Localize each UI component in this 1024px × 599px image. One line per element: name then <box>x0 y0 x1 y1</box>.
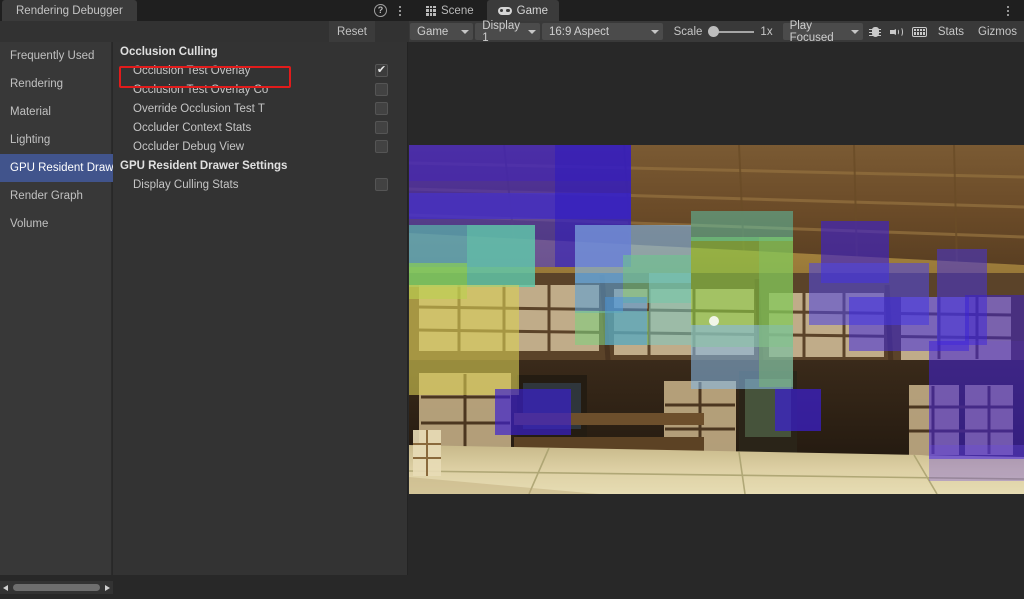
sidebar-item-label: Render Graph <box>10 190 83 202</box>
occluder-debug-view-checkbox[interactable]: ✔ <box>375 140 388 153</box>
game-view-viewport[interactable] <box>409 42 1024 599</box>
play-mode-dropdown[interactable]: Play Focused <box>782 20 863 44</box>
stats-button-label: Stats <box>937 25 965 38</box>
sidebar-item-render-graph[interactable]: Render Graph <box>0 182 111 210</box>
scale-value: 1x <box>760 25 773 38</box>
setting-label: Occluder Context Stats <box>133 121 252 134</box>
debugger-settings-panel: Occlusion Culling Occlusion Test Overlay… <box>113 42 408 575</box>
sidebar-item-label: GPU Resident Drawer <box>10 162 119 174</box>
group-header-occlusion-culling: Occlusion Culling <box>113 42 407 61</box>
gamepad-icon <box>498 6 512 15</box>
scale-label: Scale <box>673 25 703 38</box>
tab-scene-label: Scene <box>441 4 474 17</box>
target-display-mode-dropdown[interactable]: Game <box>410 23 474 40</box>
occlusion-test-overlay-checkbox[interactable]: ✔ <box>375 64 388 77</box>
tab-rendering-debugger-label: Rendering Debugger <box>16 4 123 17</box>
tab-scene[interactable]: Scene <box>415 0 485 21</box>
sidebar-horizontal-scrollbar[interactable] <box>0 581 113 594</box>
setting-row-occlusion-test-overlay-count[interactable]: Occlusion Test Overlay Co ✔ <box>113 80 407 99</box>
game-view-kebab-menu-icon[interactable] <box>1002 4 1014 18</box>
sidebar-item-material[interactable]: Material <box>0 98 111 126</box>
rendered-scene-image <box>409 145 1024 494</box>
display-value: Display 1 <box>482 19 520 44</box>
setting-label: Display Culling Stats <box>133 178 239 191</box>
keyboard-input-button[interactable] <box>909 21 931 42</box>
occluder-context-stats-checkbox[interactable]: ✔ <box>375 121 388 134</box>
chevron-down-icon <box>527 29 536 34</box>
scale-slider-knob[interactable] <box>708 26 720 37</box>
chevron-down-icon <box>461 29 470 34</box>
mute-audio-button[interactable] <box>886 21 908 42</box>
tab-game[interactable]: Game <box>487 0 559 21</box>
chevron-down-icon <box>650 29 659 34</box>
aspect-ratio-value: 16:9 Aspect <box>548 25 610 38</box>
reset-button[interactable]: Reset <box>328 21 375 42</box>
group-header-label: Occlusion Culling <box>120 45 218 58</box>
setting-label: Occlusion Test Overlay Co <box>133 83 269 96</box>
scene-render <box>409 145 1024 494</box>
stats-button[interactable]: Stats <box>931 21 971 42</box>
setting-row-occluder-debug-view[interactable]: Occluder Debug View ✔ <box>113 137 407 156</box>
sidebar-item-label: Volume <box>10 218 49 230</box>
scale-control[interactable]: Scale 1x <box>664 26 782 38</box>
sidebar-item-volume[interactable]: Volume <box>0 210 111 238</box>
window-tab-strip: Rendering Debugger ? Scene Game <box>0 0 1024 21</box>
scroll-right-arrow-icon[interactable] <box>102 581 113 594</box>
reset-button-label: Reset <box>336 25 367 38</box>
debugger-sidebar: Frequently Used Rendering Material Light… <box>0 42 119 575</box>
target-display-mode-value: Game <box>417 25 449 38</box>
unity-editor-window: Rendering Debugger ? Scene Game Reset Ga… <box>0 0 1024 599</box>
check-icon: ✔ <box>376 64 387 76</box>
display-culling-stats-checkbox[interactable]: ✔ <box>375 178 388 191</box>
scale-slider-track <box>713 30 755 33</box>
sidebar-item-label: Frequently Used <box>10 50 95 62</box>
speaker-icon <box>890 26 904 37</box>
gizmos-button[interactable]: Gizmos <box>971 21 1024 42</box>
keyboard-icon <box>912 26 928 37</box>
tab-rendering-debugger[interactable]: Rendering Debugger <box>2 0 137 21</box>
display-dropdown[interactable]: Display 1 <box>475 20 540 44</box>
sidebar-item-label: Rendering <box>10 78 64 90</box>
setting-row-occlusion-test-overlay[interactable]: Occlusion Test Overlay ✔ <box>113 61 407 80</box>
setting-row-display-culling-stats[interactable]: Display Culling Stats ✔ <box>113 175 407 194</box>
sidebar-item-frequently-used[interactable]: Frequently Used <box>0 42 111 70</box>
gizmos-button-label: Gizmos <box>978 25 1018 38</box>
group-header-gpu-resident-drawer-settings: GPU Resident Drawer Settings <box>113 156 407 175</box>
sidebar-item-gpu-resident-drawer[interactable]: GPU Resident Drawer <box>0 154 119 182</box>
chevron-down-icon <box>850 29 859 34</box>
game-view-toolbar: Game Display 1 16:9 Aspect Scale 1x Play… <box>409 20 1024 44</box>
scale-slider[interactable] <box>708 26 755 38</box>
sidebar-item-label: Material <box>10 106 51 118</box>
bug-toggle-button[interactable] <box>864 21 886 42</box>
setting-label: Occluder Debug View <box>133 140 245 153</box>
setting-label: Override Occlusion Test T <box>133 102 265 115</box>
kebab-menu-icon[interactable] <box>394 4 406 18</box>
sidebar-item-label: Lighting <box>10 134 51 146</box>
setting-row-override-occlusion-test[interactable]: Override Occlusion Test T ✔ <box>113 99 407 118</box>
sidebar-item-lighting[interactable]: Lighting <box>0 126 111 154</box>
grid-icon <box>426 5 436 16</box>
tab-game-label: Game <box>516 4 548 17</box>
help-icon[interactable]: ? <box>374 4 387 17</box>
occlusion-test-overlay-count-checkbox[interactable]: ✔ <box>375 83 388 96</box>
scroll-left-arrow-icon[interactable] <box>0 581 11 594</box>
bug-icon <box>869 26 882 38</box>
setting-label: Occlusion Test Overlay <box>133 64 251 77</box>
play-mode-value: Play Focused <box>789 19 834 44</box>
sidebar-item-rendering[interactable]: Rendering <box>0 70 111 98</box>
group-header-label: GPU Resident Drawer Settings <box>120 159 288 172</box>
setting-row-occluder-context-stats[interactable]: Occluder Context Stats ✔ <box>113 118 407 137</box>
scrollbar-thumb[interactable] <box>13 584 100 591</box>
aspect-ratio-dropdown[interactable]: 16:9 Aspect <box>541 23 663 40</box>
override-occlusion-test-checkbox[interactable]: ✔ <box>375 102 388 115</box>
